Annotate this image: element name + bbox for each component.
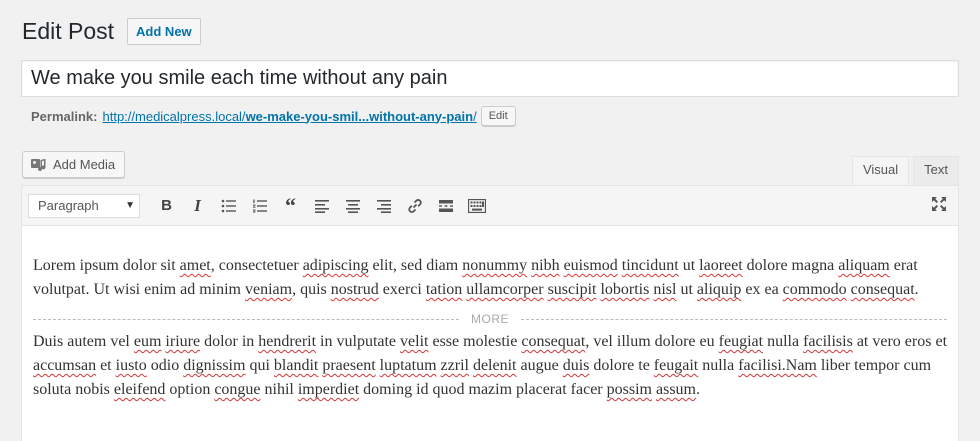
- edit-slug-button[interactable]: Edit: [480, 106, 516, 126]
- numbered-list-icon: [252, 199, 267, 212]
- align-right-button[interactable]: [368, 191, 399, 221]
- permalink-row: Permalink: http://medicalpress.local/we-…: [31, 106, 516, 126]
- misspelled-word: nibh: [531, 257, 560, 274]
- read-more-separator: MORE: [33, 311, 947, 327]
- misspelled-word: consequat: [521, 333, 586, 350]
- bulleted-list-icon: [221, 199, 236, 212]
- numbered-list-button[interactable]: [244, 191, 275, 221]
- misspelled-word: commodo: [782, 281, 847, 298]
- editor-content[interactable]: Lorem ipsum dolor sit amet, consectetuer…: [22, 226, 958, 402]
- italic-button[interactable]: I: [182, 191, 213, 221]
- misspelled-word: euismod: [563, 257, 618, 274]
- misspelled-word: adipiscing: [302, 257, 369, 274]
- misspelled-word: accumsan: [33, 357, 97, 374]
- misspelled-word: duis: [562, 357, 590, 374]
- page-title: Edit Post: [22, 18, 115, 44]
- insert-link-button[interactable]: [399, 191, 430, 221]
- bold-icon: B: [161, 197, 172, 214]
- page-header: Edit Post Add New: [22, 18, 201, 45]
- misspelled-word: eum: [133, 333, 162, 350]
- misspelled-word: nisl: [653, 281, 677, 298]
- misspelled-word: delenit: [472, 357, 517, 374]
- italic-icon: I: [194, 195, 201, 215]
- read-more-icon: [438, 199, 453, 212]
- permalink-link[interactable]: http://medicalpress.local/we-make-you-sm…: [102, 109, 476, 124]
- content-paragraph-2: Duis autem vel eum iriure dolor in hendr…: [33, 333, 948, 398]
- bulleted-list-button[interactable]: [213, 191, 244, 221]
- permalink-label: Permalink:: [31, 108, 98, 124]
- misspelled-word: eleifend: [113, 381, 166, 398]
- misspelled-word: veniam: [244, 281, 293, 298]
- tab-text[interactable]: Text: [913, 156, 959, 185]
- content-paragraph-1: Lorem ipsum dolor sit amet, consectetuer…: [33, 257, 919, 298]
- blockquote-icon: “: [285, 192, 296, 218]
- permalink-base: http://medicalpress.local/: [102, 108, 246, 124]
- add-new-button[interactable]: Add New: [127, 18, 201, 45]
- add-media-button[interactable]: Add Media: [22, 151, 126, 178]
- misspelled-word: congue: [214, 381, 261, 398]
- more-line-left: [33, 318, 459, 320]
- misspelled-word: nonummy: [462, 257, 528, 274]
- misspelled-word: iusto: [115, 357, 147, 374]
- permalink-suffix: /: [473, 108, 477, 124]
- editor-toolbar: Paragraph ▼ B I “: [22, 186, 958, 226]
- misspelled-word: iriure: [165, 333, 201, 350]
- format-select-value: Paragraph: [38, 198, 99, 213]
- fullscreen-icon: [932, 197, 946, 211]
- link-icon: [407, 198, 422, 213]
- format-select[interactable]: Paragraph ▼: [28, 193, 140, 218]
- misspelled-word: facilisi.Nam: [738, 357, 817, 374]
- add-media-label: Add Media: [53, 157, 116, 172]
- align-center-icon: [345, 199, 360, 213]
- misspelled-word: lobortis: [600, 281, 650, 298]
- misspelled-word: imperdiet: [297, 381, 360, 398]
- align-right-icon: [376, 199, 391, 213]
- more-label: MORE: [471, 312, 509, 326]
- more-line-right: [521, 318, 947, 320]
- align-left-icon: [314, 199, 329, 213]
- chevron-down-icon: ▼: [125, 200, 135, 211]
- editor-tabs: Visual Text: [848, 156, 959, 186]
- misspelled-word: assum: [655, 381, 696, 398]
- bold-button[interactable]: B: [151, 191, 182, 221]
- misspelled-word: aliquam: [838, 257, 890, 274]
- post-title-input[interactable]: We make you smile each time without any …: [21, 60, 959, 97]
- misspelled-word: tation: [425, 281, 463, 298]
- misspelled-word: facilisis: [803, 333, 853, 350]
- tab-visual[interactable]: Visual: [851, 156, 910, 186]
- misspelled-word: hendrerit: [258, 333, 317, 350]
- misspelled-word: amet: [179, 257, 211, 274]
- editor: Paragraph ▼ B I “ Lorem ipsum dolor sit …: [21, 185, 959, 441]
- misspelled-word: blandit: [273, 357, 319, 374]
- misspelled-word: praesent: [322, 357, 376, 374]
- misspelled-word: aliquip: [696, 281, 742, 298]
- misspelled-word: ullamcorper: [466, 281, 544, 298]
- misspelled-word: feugiat: [718, 333, 764, 350]
- misspelled-word: luptatum: [379, 357, 437, 374]
- misspelled-word: suscipit: [547, 281, 597, 298]
- misspelled-word: laoreet: [699, 257, 743, 274]
- toolbar-toggle-icon: [467, 198, 486, 213]
- blockquote-button[interactable]: “: [275, 191, 306, 221]
- misspelled-word: nostrud: [330, 281, 379, 298]
- misspelled-word: velit: [400, 333, 429, 350]
- align-left-button[interactable]: [306, 191, 337, 221]
- misspelled-word: possim: [606, 381, 652, 398]
- misspelled-word: dignissim: [183, 357, 246, 374]
- misspelled-word: feugait: [653, 357, 699, 374]
- misspelled-word: tincidunt: [621, 257, 679, 274]
- align-center-button[interactable]: [337, 191, 368, 221]
- read-more-button[interactable]: [430, 191, 461, 221]
- add-media-icon: [31, 158, 46, 171]
- misspelled-word: zzril: [440, 357, 469, 374]
- toolbar-toggle-button[interactable]: [461, 191, 492, 221]
- permalink-slug: we-make-you-smil...without-any-pain: [245, 108, 474, 124]
- fullscreen-button[interactable]: [930, 195, 948, 218]
- misspelled-word: consequat: [850, 281, 915, 298]
